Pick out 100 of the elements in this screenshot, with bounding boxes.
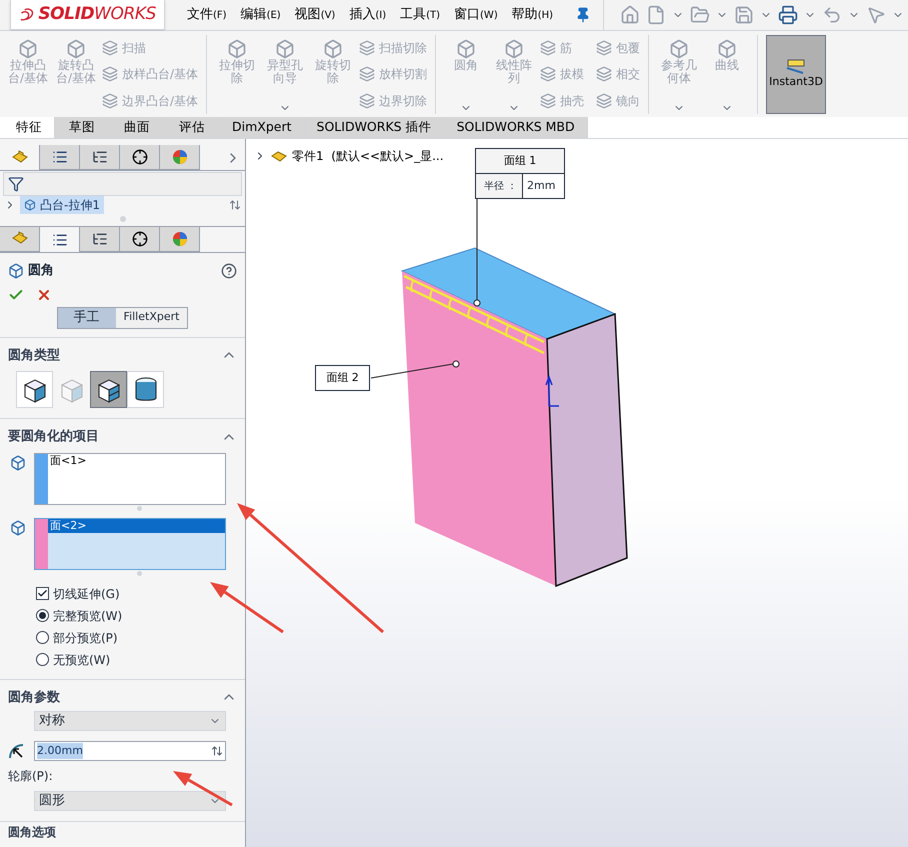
home-icon[interactable] [620, 5, 640, 25]
selection-list[interactable]: 面<1> [34, 452, 226, 504]
resize-handle[interactable] [137, 570, 142, 576]
face-icon [10, 454, 26, 470]
feature-icon [540, 40, 556, 56]
solid-feature-icon [66, 39, 86, 59]
face-icon [10, 520, 26, 536]
scroll-arrows-icon[interactable] [229, 199, 241, 211]
annotation-arrow [173, 771, 233, 806]
solid-feature-icon [504, 39, 524, 59]
section-title: 圆角参数 [8, 688, 60, 706]
solid-feature-icon [227, 39, 248, 59]
selection-list[interactable]: 面<2> [34, 518, 226, 570]
save-icon[interactable] [734, 5, 754, 25]
radio-button[interactable] [36, 631, 49, 644]
profile-dropdown[interactable]: 圆形 [34, 791, 226, 811]
feature-icon [359, 66, 376, 82]
axis-triad-icon [545, 374, 560, 407]
callout-label: 半径 : [483, 180, 515, 194]
solid-feature-icon [456, 39, 476, 59]
manager-tab[interactable] [80, 227, 120, 252]
extrude-icon [24, 199, 36, 211]
menu-item[interactable]: 工具(T) [400, 5, 440, 25]
configuration-tree-icon [92, 231, 108, 247]
color-ball-icon [172, 231, 188, 247]
feature-icon [102, 40, 118, 56]
filter-field[interactable] [3, 172, 242, 196]
section-title: 要圆角化的项目 [8, 428, 99, 446]
pin-icon[interactable] [575, 7, 592, 23]
breadcrumb[interactable]: 零件1 (默认<<默认>_显... [292, 147, 444, 165]
menu-item[interactable]: 帮助(H) [512, 5, 554, 25]
menu-item[interactable]: 编辑(E) [240, 5, 281, 25]
fillet-shape-icon [132, 376, 158, 404]
feature-icon [596, 40, 612, 56]
checkbox-label: 切线延伸(G) [53, 586, 120, 602]
radio-button[interactable] [36, 653, 49, 666]
fillet-type-option[interactable] [90, 371, 127, 408]
feature-icon [359, 92, 376, 109]
splitter-handle[interactable] [120, 216, 126, 222]
section-title: 圆角类型 [8, 346, 60, 364]
checkbox[interactable] [36, 587, 49, 600]
instant3d-button[interactable]: Instant3D [766, 35, 826, 114]
radio-label: 部分预览(P) [53, 630, 118, 646]
solid-feature-icon [717, 39, 738, 59]
solid-feature-icon [275, 39, 296, 59]
manager-tab[interactable] [120, 145, 160, 170]
crosshair-icon [132, 149, 148, 165]
callout[interactable]: 面组 1 半径 : 2mm [475, 148, 565, 199]
command-tab[interactable]: SOLIDWORKS 插件 [304, 117, 445, 138]
open-folder-icon[interactable] [690, 5, 710, 25]
anchor-point [474, 300, 480, 306]
panel-title: 圆角 [28, 262, 54, 280]
property-list-icon [52, 149, 68, 165]
manager-tab[interactable] [120, 227, 160, 252]
manager-tab[interactable] [80, 145, 120, 170]
manager-tab[interactable] [40, 145, 80, 170]
menu-item[interactable]: 窗口(W) [454, 5, 498, 25]
solid-feature-icon [18, 39, 38, 59]
feature-icon [596, 66, 612, 82]
printer-icon[interactable] [778, 5, 798, 25]
method-dropdown[interactable]: 对称 [34, 711, 226, 731]
ruler-icon [785, 58, 808, 74]
solid-feature-icon [323, 39, 344, 59]
command-tab[interactable]: 草图 [55, 117, 110, 138]
radio-label: 完整预览(W) [53, 608, 122, 624]
configuration-tree-icon [92, 149, 108, 165]
feature-icon [102, 92, 118, 109]
profile-label: 轮廓(P): [8, 769, 53, 783]
menu-item[interactable]: 文件(F) [187, 5, 227, 25]
radio-label: 无预览(W) [53, 652, 110, 668]
anchor-point [452, 360, 460, 368]
logo-text: SOLIDWORKS [38, 2, 156, 26]
help-icon[interactable] [221, 262, 237, 279]
solid-feature-icon [669, 39, 690, 59]
property-list-icon [52, 232, 68, 248]
undo-icon[interactable] [822, 5, 842, 25]
list-entry[interactable]: 面<1> [48, 454, 225, 468]
radio-button[interactable] [36, 609, 49, 622]
resize-handle[interactable] [137, 506, 142, 510]
mode-toggle[interactable]: 手工 [58, 308, 116, 328]
command-tab[interactable]: DimXpert [220, 117, 305, 138]
mode-toggle[interactable]: FilletXpert [116, 308, 188, 328]
radius-field[interactable]: 2.00mm [34, 741, 226, 761]
menu-item[interactable]: 插入(I) [349, 5, 386, 25]
feature-icon [596, 92, 612, 109]
callout[interactable]: 面组 2 [315, 365, 370, 391]
command-tab[interactable]: 曲面 [110, 117, 165, 138]
section-title: 圆角选项 [8, 825, 56, 839]
pointer-icon[interactable] [866, 5, 886, 25]
command-tab[interactable]: 评估 [165, 117, 220, 138]
tree-item[interactable]: 凸台-拉伸1 [20, 196, 104, 214]
new-document-icon[interactable] [646, 5, 666, 25]
feature-icon [540, 92, 556, 109]
filter-icon [8, 176, 24, 192]
spinner-icon[interactable] [211, 745, 223, 757]
callout-value[interactable]: 2mm [522, 174, 564, 198]
command-tab[interactable]: SOLIDWORKS MBD [444, 117, 588, 138]
color-ball-icon [172, 149, 188, 165]
list-entry[interactable]: 面<2> [48, 518, 225, 532]
menu-item[interactable]: 视图(V) [294, 5, 336, 25]
